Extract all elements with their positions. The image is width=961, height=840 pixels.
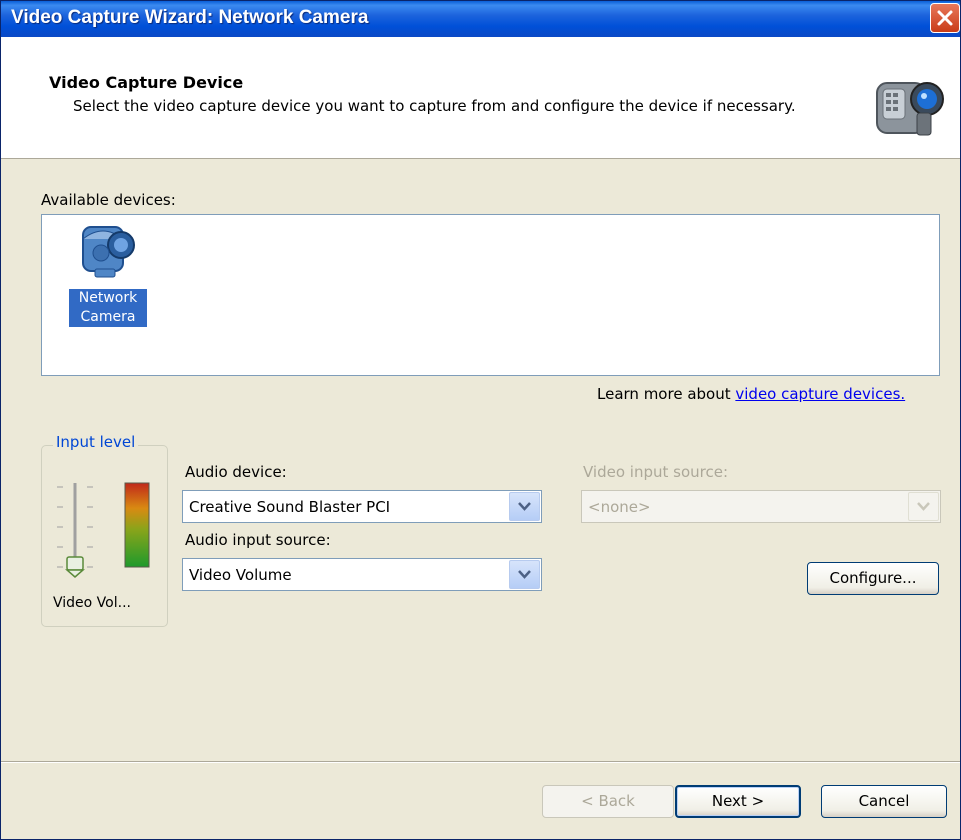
input-level-footer: Video Vol... xyxy=(53,595,131,611)
audio-input-source-label: Audio input source: xyxy=(185,531,331,549)
volume-slider-thumb[interactable] xyxy=(66,556,84,571)
learn-more-text: Learn more about video capture devices. xyxy=(597,385,905,403)
volume-slider[interactable] xyxy=(55,477,95,589)
available-devices-label: Available devices: xyxy=(41,191,176,209)
audio-device-select[interactable]: Creative Sound Blaster PCI xyxy=(182,490,542,523)
video-input-source-select[interactable]: <none> xyxy=(581,490,941,523)
configure-button[interactable]: Configure... xyxy=(807,562,939,595)
video-input-source-label: Video input source: xyxy=(583,463,729,481)
device-label-line1: Network xyxy=(78,290,138,306)
close-icon xyxy=(937,10,953,26)
video-input-source-value: <none> xyxy=(588,498,651,516)
back-button[interactable]: < Back xyxy=(542,785,674,818)
title-bar[interactable]: Video Capture Wizard: Network Camera xyxy=(1,1,960,37)
page-subtitle: Select the video capture device you want… xyxy=(73,97,796,115)
learn-more-prefix: Learn more about xyxy=(597,385,736,403)
audio-device-label: Audio device: xyxy=(185,463,287,481)
network-camera-icon[interactable] xyxy=(77,219,141,281)
input-level-legend: Input level xyxy=(53,433,139,451)
camcorder-icon xyxy=(876,82,944,136)
devices-list[interactable] xyxy=(41,214,940,376)
window-title: Video Capture Wizard: Network Camera xyxy=(11,7,369,28)
chevron-down-icon xyxy=(908,492,939,521)
device-label-line2: Camera xyxy=(80,309,136,325)
page-title: Video Capture Device xyxy=(49,73,244,92)
close-button[interactable] xyxy=(930,3,960,33)
next-button[interactable]: Next > xyxy=(675,785,801,818)
device-item-network-camera[interactable]: Network Camera xyxy=(69,289,147,327)
chevron-down-icon[interactable] xyxy=(509,560,540,589)
wizard-window: Video Capture Wizard: Network Camera Vid… xyxy=(0,0,961,840)
audio-input-source-value: Video Volume xyxy=(189,566,292,584)
audio-device-value: Creative Sound Blaster PCI xyxy=(189,498,391,516)
separator xyxy=(1,761,960,763)
cancel-button[interactable]: Cancel xyxy=(821,785,947,818)
video-capture-devices-link[interactable]: video capture devices. xyxy=(735,385,905,403)
chevron-down-icon[interactable] xyxy=(509,492,540,521)
level-meter xyxy=(124,482,150,568)
audio-input-source-select[interactable]: Video Volume xyxy=(182,558,542,591)
